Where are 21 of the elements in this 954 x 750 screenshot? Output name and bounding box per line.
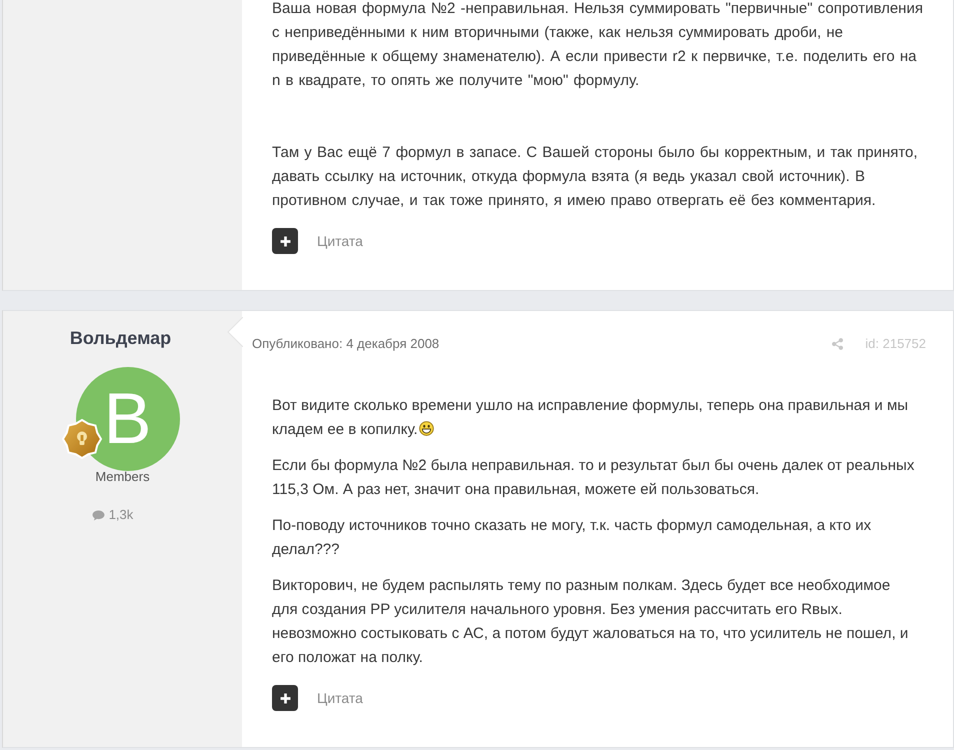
quote-link[interactable]: Цитата	[317, 690, 363, 706]
post-paragraph: Если бы формула №2 была неправильная. то и результат был бы очень далек от реальных 115,3 Ом. А раз нет, значит она правильная, можете ей пользоваться.	[272, 457, 914, 498]
author-name[interactable]: Вольдемар	[70, 326, 172, 350]
post-paragraph: Викторович, не будем распылять тему по разным полкам. Здесь будет все необходимое для создания PP усилителя начального уровня. Без умения рассчитать его Rвых. невозможно состыковать с АС, а потом будут жаловаться на то, что усилитель не пошел, и его положат на полку.	[272, 577, 908, 666]
plus-icon	[280, 236, 290, 246]
post-paragraph: Вот видите сколько времени ушло на исправление формулы, теперь она правильная и мы кладем ее в копилку.	[272, 397, 908, 438]
published-date: Опубликовано: 4 декабря 2008	[252, 335, 440, 353]
plus-icon	[280, 692, 290, 704]
quote-link[interactable]: Цитата	[317, 233, 363, 249]
pointer-notch	[227, 317, 243, 347]
avatar[interactable]: В	[76, 367, 180, 471]
multiquote-button[interactable]	[272, 228, 298, 254]
post-paragraph: По-поводу источников точно сказать не могу, т.к. часть формул самодельная, а кто их делал???	[272, 517, 872, 558]
member-rank: Members	[95, 470, 150, 484]
multiquote-button[interactable]	[272, 685, 298, 711]
post-id: id: 215752	[865, 335, 926, 353]
lightbulb-badge-icon	[62, 419, 102, 459]
post-paragraph: Там у Вас ещё 7 формул в запасе. С Вашей стороны было бы корректным, и так принято, давать ссылку на источник, откуда формула взята (я ведь указал свой источник). В противном случае, и так тоже принято, я имею право отвергать её без комментария.	[272, 144, 918, 209]
post-paragraph: Ваша новая формула №2 -неправильная. Нельзя суммировать "первичные" сопротивления с неприведёнными к ним вторичными (также, как нельзя суммировать дроби, не приведённые к общему знаменателю). А если привести r2 к первичке, т.е. поделить его на n в квадрате, то опять же получите "мою" формулу.	[272, 0, 923, 89]
post-count: 1,3k	[108, 507, 134, 523]
comment-icon	[92, 510, 105, 520]
